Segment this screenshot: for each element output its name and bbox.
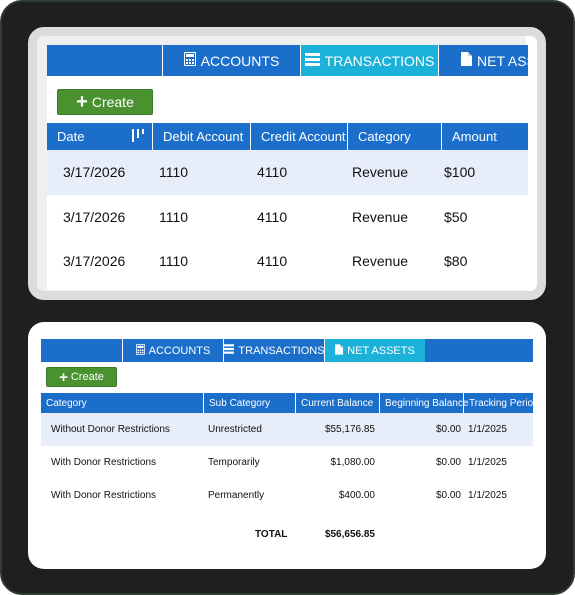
column-header-tracking-period[interactable]: Tracking Period [464, 393, 539, 413]
table-row[interactable]: 3/17/2026 1110 4110 Revenue $100 [47, 150, 528, 195]
tab-net-assets[interactable]: NET ASSETS [324, 339, 425, 362]
tab-net-assets-label: NET ASSETS [477, 52, 528, 69]
column-header-date[interactable]: Date [47, 123, 153, 150]
plus-icon: + [76, 91, 88, 113]
tab-accounts[interactable]: ACCOUNTS [122, 339, 223, 362]
cell-tracking-period: 1/1/2025 [468, 490, 507, 501]
table-header: Category Sub Category Current Balance Be… [41, 393, 539, 413]
column-header-sub-category[interactable]: Sub Category [204, 393, 296, 413]
column-header-label: Beginning Balance [385, 397, 469, 409]
cell-category: Revenue [352, 208, 409, 225]
tab-transactions[interactable]: TRANSACTIONS [223, 339, 325, 362]
cell-amount: $100 [444, 164, 476, 181]
column-header-label: Category [358, 129, 411, 144]
transactions-table-body: 3/17/2026 1110 4110 Revenue $100 3/17/20… [47, 150, 528, 284]
column-header-label: Current Balance [301, 397, 374, 409]
cell-category: Revenue [352, 164, 409, 181]
cell-category: Revenue [352, 253, 409, 270]
cell-sub-category: Unrestricted [208, 424, 262, 435]
total-label: TOTAL [255, 529, 288, 540]
transactions-panel: ACCOUNTS TRANSACTIONS NET ASSETS + Creat… [47, 45, 528, 290]
table-row[interactable]: 3/17/2026 1110 4110 Revenue $80 [47, 239, 528, 284]
tab-accounts-label: ACCOUNTS [148, 344, 211, 357]
cell-debit-account: 1110 [159, 208, 189, 225]
create-button-label: Create [70, 371, 104, 383]
tab-bar: ACCOUNTS TRANSACTIONS NET ASSETS [41, 339, 533, 362]
table-row[interactable]: 3/17/2026 1110 4110 Revenue $50 [47, 195, 528, 240]
cell-current-balance: $1,080.00 [330, 457, 376, 468]
column-header-label: Date [57, 129, 85, 144]
cell-tracking-period: 1/1/2025 [468, 424, 507, 435]
document-icon [461, 52, 472, 69]
cell-debit-account: 1110 [159, 164, 189, 181]
column-resize-icon[interactable] [132, 129, 144, 145]
calculator-icon [135, 343, 145, 358]
column-header-label: Credit Account [261, 129, 346, 144]
cell-date: 3/17/2026 [63, 208, 126, 225]
cell-tracking-period: 1/1/2025 [468, 457, 507, 468]
tab-blank[interactable] [41, 339, 122, 362]
document-icon [335, 343, 344, 358]
total-value: $56,656.85 [324, 529, 375, 540]
calculator-icon [183, 52, 196, 69]
cell-current-balance: $55,176.85 [324, 424, 375, 435]
cell-amount: $80 [444, 253, 468, 270]
cell-credit-account: 4110 [257, 253, 288, 270]
column-header-label: Amount [452, 129, 497, 144]
column-header-label: Debit Account [163, 129, 244, 144]
tab-transactions[interactable]: TRANSACTIONS [300, 45, 438, 76]
tab-accounts-label: ACCOUNTS [200, 52, 280, 69]
cell-date: 3/17/2026 [63, 164, 126, 181]
column-header-current-balance[interactable]: Current Balance [296, 393, 380, 413]
cell-sub-category: Temporarily [208, 457, 260, 468]
column-header-credit-account[interactable]: Credit Account [251, 123, 348, 150]
net-assets-table-body: Without Donor Restrictions Unrestricted … [41, 413, 533, 512]
cell-sub-category: Permanently [208, 490, 265, 501]
table-row[interactable]: Without Donor Restrictions Unrestricted … [41, 413, 533, 446]
column-header-category[interactable]: Category [41, 393, 204, 413]
table-row[interactable]: With Donor Restrictions Permanently $400… [41, 479, 533, 512]
table-header: Date Debit Account Credit Account Catego… [47, 123, 528, 150]
tab-transactions-label: TRANSACTIONS [324, 52, 435, 69]
cell-current-balance: $400.00 [338, 490, 375, 501]
column-header-beginning-balance[interactable]: Beginning Balance [380, 393, 468, 413]
cell-date: 3/17/2026 [63, 253, 126, 270]
tab-net-assets[interactable]: NET ASSETS [438, 45, 528, 76]
create-button-label: Create [91, 94, 134, 110]
tab-accounts[interactable]: ACCOUNTS [162, 45, 300, 76]
cell-debit-account: 1110 [159, 253, 189, 270]
cell-amount: $50 [444, 208, 468, 225]
table-row[interactable]: With Donor Restrictions Temporarily $1,0… [41, 446, 533, 479]
cell-beginning-balance: $0.00 [435, 490, 461, 501]
tab-net-assets-label: NET ASSETS [347, 344, 415, 357]
total-row: TOTAL $56,656.85 [41, 525, 533, 545]
cell-credit-account: 4110 [257, 208, 288, 225]
plus-icon: + [59, 368, 68, 386]
tab-bar: ACCOUNTS TRANSACTIONS NET ASSETS [47, 45, 528, 76]
net-assets-card: ACCOUNTS TRANSACTIONS NET ASSETS + Creat… [28, 322, 546, 569]
cell-beginning-balance: $0.00 [435, 457, 461, 468]
tab-transactions-label: TRANSACTIONS [238, 344, 325, 357]
cell-credit-account: 4110 [257, 164, 288, 181]
column-header-label: Category [46, 397, 87, 409]
column-header-label: Sub Category [209, 397, 271, 409]
list-icon [304, 52, 320, 69]
transactions-card: ACCOUNTS TRANSACTIONS NET ASSETS + Creat… [28, 27, 546, 300]
column-header-debit-account[interactable]: Debit Account [153, 123, 251, 150]
create-button[interactable]: + Create [57, 89, 153, 115]
tab-blank[interactable] [47, 45, 162, 76]
create-button[interactable]: + Create [46, 367, 117, 387]
cell-beginning-balance: $0.00 [435, 424, 461, 435]
cell-category: With Donor Restrictions [51, 457, 157, 468]
cell-category: With Donor Restrictions [51, 490, 157, 501]
column-header-label: Tracking Period [469, 397, 539, 409]
list-icon [223, 344, 235, 357]
column-header-category[interactable]: Category [348, 123, 442, 150]
column-header-amount[interactable]: Amount [442, 123, 528, 150]
cell-category: Without Donor Restrictions [51, 424, 170, 435]
